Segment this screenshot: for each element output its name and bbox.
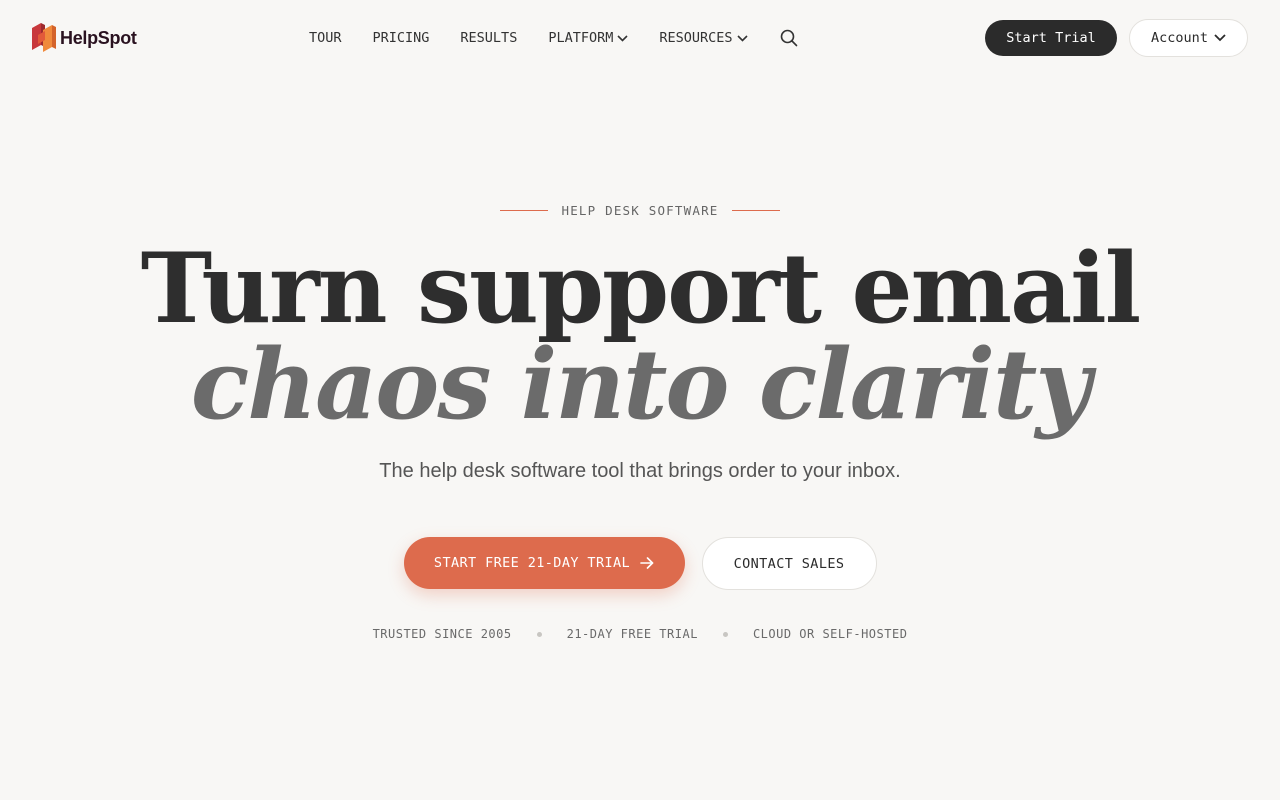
- nav-pricing-label: PRICING: [372, 30, 430, 46]
- helpspot-logo[interactable]: HelpSpot: [32, 23, 137, 53]
- eyebrow-text: HELP DESK SOFTWARE: [561, 202, 719, 218]
- nav-results[interactable]: RESULTS: [460, 30, 517, 46]
- start-free-trial-label: START FREE 21-DAY TRIAL: [433, 555, 631, 571]
- chevron-down-icon: [1214, 34, 1226, 42]
- headline-line-1: Turn support email: [140, 232, 1141, 345]
- headline-line-2: chaos into clarity: [190, 328, 1091, 441]
- start-trial-button[interactable]: Start Trial: [985, 20, 1117, 56]
- nav-resources[interactable]: RESOURCES: [659, 30, 748, 46]
- hero-subhead: The help desk software tool that brings …: [379, 460, 901, 482]
- contact-sales-button[interactable]: CONTACT SALES: [701, 537, 877, 590]
- nav-results-label: RESULTS: [460, 30, 518, 46]
- nav-platform[interactable]: PLATFORM: [548, 30, 628, 46]
- eyebrow-rule-left: [500, 209, 549, 211]
- trust-item-trial: 21-DAY FREE TRIAL: [566, 627, 698, 641]
- arrow-right-icon: [640, 557, 654, 569]
- helpspot-logo-icon: [32, 23, 56, 52]
- search-icon: [780, 29, 797, 47]
- nav-tour[interactable]: TOUR: [309, 30, 342, 46]
- search-button[interactable]: [780, 29, 798, 47]
- trust-item-since: TRUSTED SINCE 2005: [372, 627, 512, 641]
- nav-platform-label: PLATFORM: [548, 30, 614, 46]
- logo-wordmark: HelpSpot: [60, 27, 137, 48]
- nav-pricing[interactable]: PRICING: [373, 30, 430, 46]
- trust-item-hosting: CLOUD OR SELF-HOSTED: [752, 627, 908, 641]
- eyebrow-rule-right: [731, 209, 780, 211]
- trust-row: TRUSTED SINCE 2005 21-DAY FREE TRIAL CLO…: [0, 625, 1280, 643]
- cta-row: START FREE 21-DAY TRIAL CONTACT SALES: [0, 537, 1280, 590]
- site-header: HelpSpot TOUR PRICING RESULTS PLATFORM R…: [0, 0, 1280, 76]
- hero-eyebrow: HELP DESK SOFTWARE: [0, 200, 1280, 220]
- hero-headline: Turn support email chaos into clarity: [0, 232, 1280, 441]
- separator-dot: [722, 631, 728, 637]
- start-free-trial-button[interactable]: START FREE 21-DAY TRIAL: [403, 537, 685, 589]
- chevron-down-icon: [736, 34, 748, 42]
- account-button[interactable]: Account: [1129, 19, 1248, 57]
- separator-dot: [536, 631, 542, 637]
- nav-tour-label: TOUR: [309, 30, 342, 46]
- account-label: Account: [1151, 30, 1208, 46]
- main-nav: TOUR PRICING RESULTS PLATFORM RESOURCES: [309, 29, 798, 47]
- chevron-down-icon: [617, 34, 628, 42]
- nav-resources-label: RESOURCES: [659, 30, 733, 46]
